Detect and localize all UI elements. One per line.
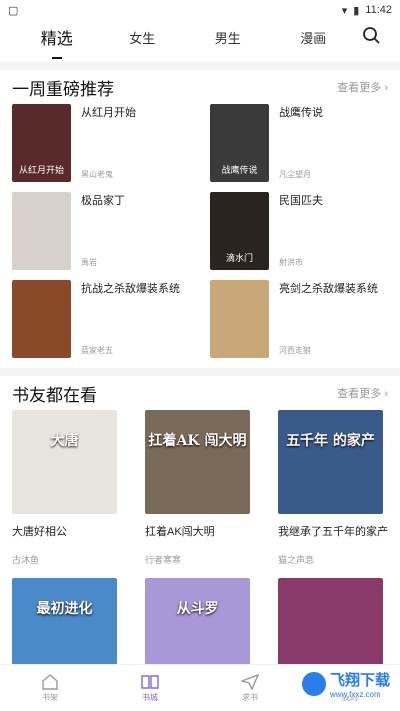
weekly-recommend-section: 一周重磅推荐 查看更多 › 从红月开始 从红月开始 黑山老鬼 战鹰传说 战鹰传说 凡尘望月… — [0, 70, 400, 368]
book-author: 行者寒寒 — [145, 555, 182, 565]
category-tabs: 精选 女生 男生 漫画 — [0, 20, 400, 54]
cover-title: 扛着AK 闯大明 — [148, 433, 247, 449]
search-icon — [363, 26, 380, 44]
book-title: 抗战之杀敌爆装系统 — [81, 283, 180, 295]
book-title: 战鹰传说 — [279, 107, 323, 119]
book-title: 扛着AK闯大明 — [145, 526, 215, 538]
cover-title: 从红月开始 — [18, 166, 64, 176]
book-item[interactable]: 抗战之杀敌爆装系统 蓝家老五 — [12, 280, 190, 358]
book-title: 极品家丁 — [81, 195, 125, 207]
book-cover — [210, 280, 269, 358]
book-author: 凡尘望月 — [279, 170, 311, 179]
book-author: 猫之声息 — [278, 555, 315, 565]
book-item[interactable]: 极品家丁 禹岩 — [12, 192, 190, 270]
divider — [0, 368, 400, 376]
battery-icon: ▮ — [353, 4, 360, 17]
book-cover: 大唐 — [12, 410, 117, 514]
tab-male[interactable]: 男生 — [185, 28, 271, 47]
book-icon — [141, 674, 159, 689]
tab-featured[interactable]: 精选 — [14, 25, 100, 49]
view-more-link[interactable]: 查看更多 › — [337, 385, 388, 401]
book-cover: 五千年 的家产 — [278, 410, 383, 514]
book-title: 我继承了五千年的家产 — [278, 526, 388, 538]
nav-request-book[interactable]: 求书 — [200, 673, 300, 703]
status-bar: ▢ ▾ ▮ 11:42 — [0, 0, 400, 20]
nav-label: 书城 — [142, 692, 158, 702]
book-cover: 从红月开始 — [12, 104, 71, 182]
nav-label: 求书 — [242, 692, 258, 702]
book-title: 大唐好相公 — [12, 526, 67, 538]
book-item[interactable]: 扛着AK 闯大明扛着AK闯大明 行者寒寒 — [145, 410, 252, 578]
book-title: 民国匹夫 — [279, 195, 323, 207]
book-item[interactable]: 大唐大唐好相公古沐鱼 — [12, 410, 119, 578]
send-icon — [241, 673, 259, 690]
book-item[interactable]: 战鹰传说 战鹰传说 凡尘望月 — [210, 104, 388, 182]
book-item[interactable]: 滴水门 民国匹夫射洪市 — [210, 192, 388, 270]
book-author: 蓝家老五 — [81, 346, 113, 355]
book-cover: 扛着AK 闯大明 — [145, 410, 250, 514]
nav-bookshelf[interactable]: 书架 — [0, 673, 100, 703]
cover-title: 从斗罗 — [176, 601, 219, 617]
home-icon — [42, 673, 58, 690]
divider — [0, 62, 400, 70]
section-title: 书友都在看 — [12, 385, 97, 405]
watermark-text: 飞翔下载 — [329, 671, 390, 689]
view-more-link[interactable]: 查看更多 › — [337, 79, 388, 95]
book-cover: 滴水门 — [210, 192, 269, 270]
nav-label: 书架 — [42, 692, 58, 702]
status-time: 11:42 — [365, 4, 392, 16]
wifi-icon: ▾ — [341, 4, 348, 17]
tab-comics[interactable]: 漫画 — [271, 28, 357, 47]
book-author: 禹岩 — [81, 258, 97, 267]
nav-bookstore[interactable]: 书城 — [100, 674, 200, 703]
cover-title: 战鹰传说 — [221, 166, 258, 176]
android-icon: ▢ — [8, 4, 19, 17]
book-item[interactable]: 五千年 的家产我继承了五千年的家产 猫之声息 — [278, 410, 388, 578]
tab-female[interactable]: 女生 — [100, 28, 186, 47]
cover-title: 五千年 的家产 — [286, 433, 375, 449]
book-title: 从红月开始 — [81, 107, 136, 119]
watermark-url: www.fxxz.com — [329, 690, 381, 699]
book-item[interactable]: 从红月开始 从红月开始 黑山老鬼 — [12, 104, 190, 182]
book-item[interactable]: 亮剑之杀敌爆装系统 河西走狼 — [210, 280, 388, 358]
book-grid: 大唐 大唐好相公 古沐鱼 扛着AK 闯大明 扛着AK闯大明 行者寒寒 五千年 的家产 我继承了… — [12, 410, 388, 696]
watermark-logo-icon — [301, 672, 326, 696]
cover-title: 大唐 — [50, 433, 79, 449]
book-cover — [12, 192, 71, 270]
book-grid: 从红月开始 从红月开始 黑山老鬼 战鹰传说 战鹰传说 凡尘望月 极品家丁 禹岩 滴水门 民国匹夫射… — [12, 104, 388, 368]
book-cover — [12, 280, 71, 358]
book-author: 古沐鱼 — [12, 555, 40, 565]
watermark: 飞翔下载 www.fxxz.com — [297, 671, 394, 699]
cover-title: 最初进化 — [36, 601, 93, 617]
friends-reading-section: 书友都在看 查看更多 › 大唐 大唐好相公 古沐鱼 扛着AK 闯大明 扛着AK闯大明 行者… — [0, 376, 400, 696]
book-title: 亮剑之杀敌爆装系统 — [279, 283, 378, 295]
book-cover: 战鹰传说 — [210, 104, 269, 182]
book-author: 黑山老鬼 — [81, 170, 113, 179]
search-button[interactable] — [356, 26, 386, 49]
section-title: 一周重磅推荐 — [12, 79, 114, 99]
book-author: 射洪市 — [279, 258, 303, 267]
cover-title: 滴水门 — [225, 254, 253, 264]
book-author: 河西走狼 — [279, 346, 311, 355]
